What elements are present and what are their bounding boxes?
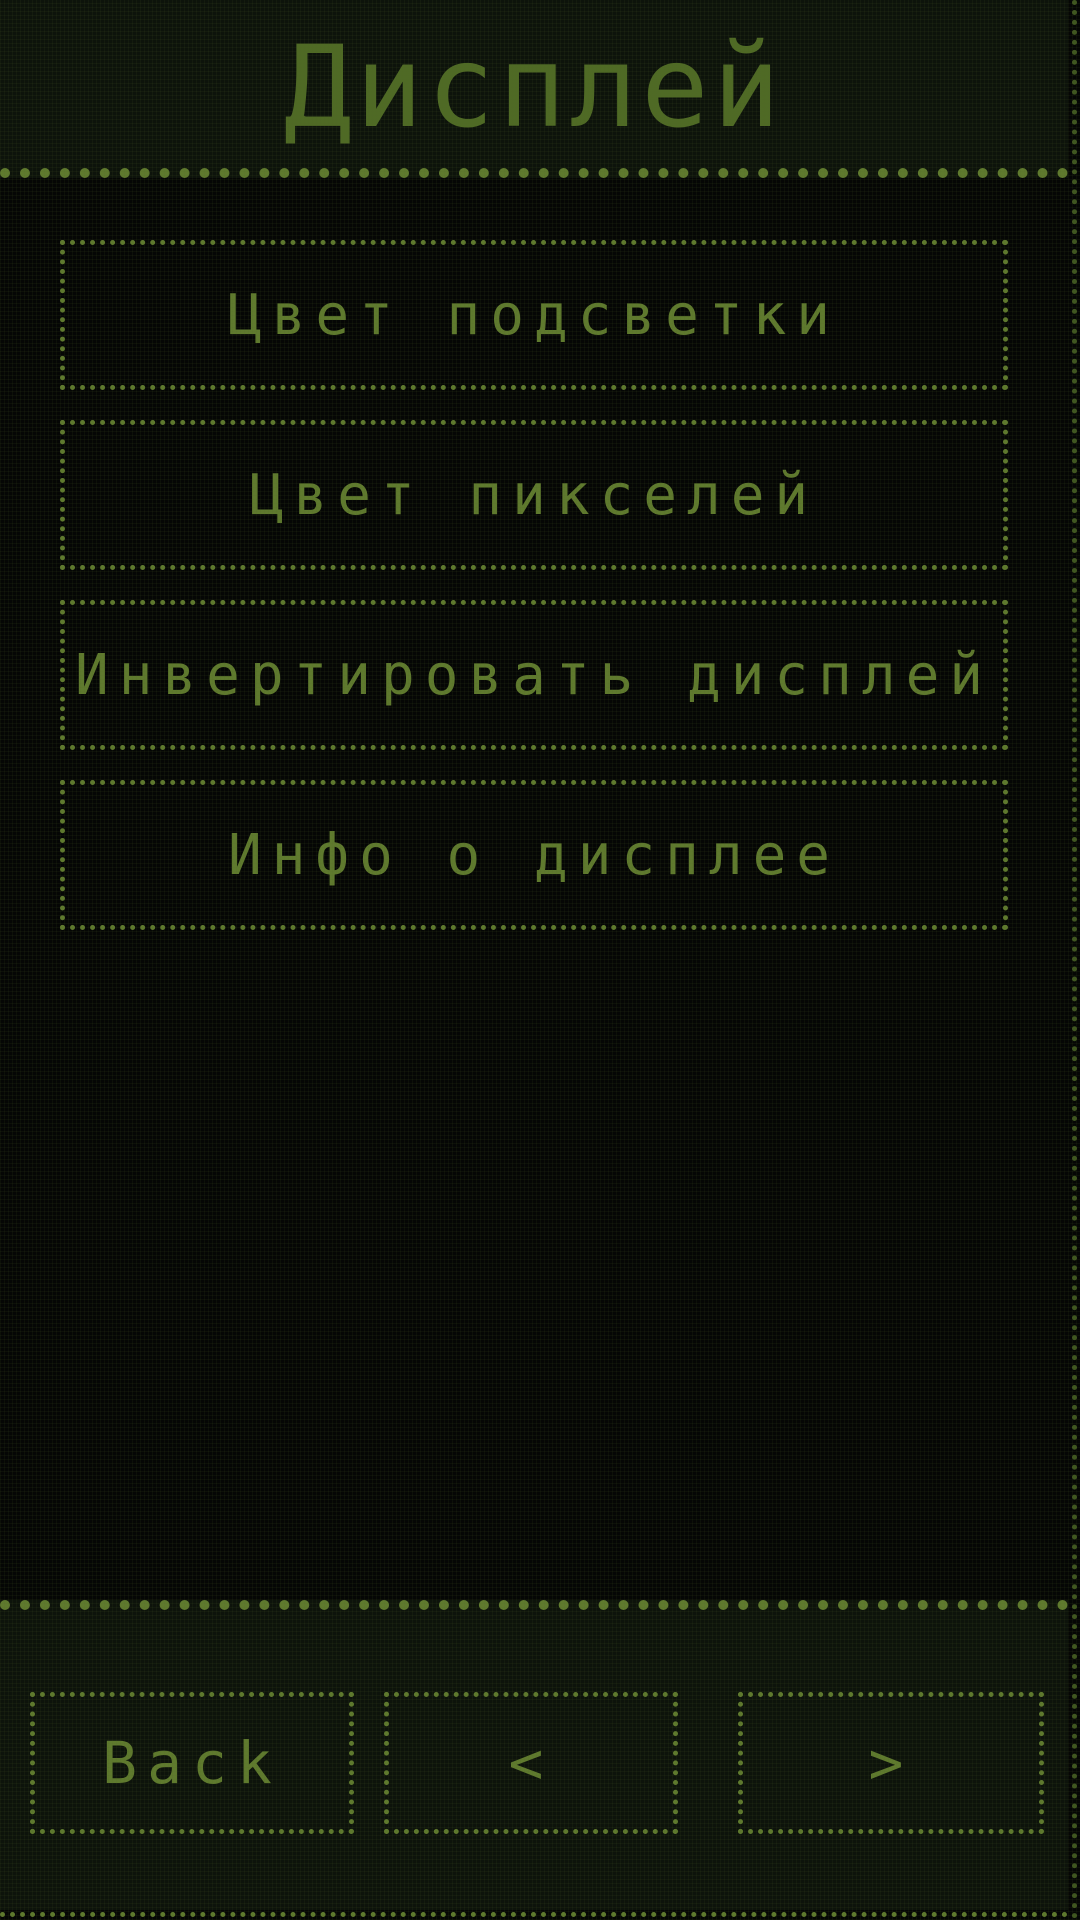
header-bar: Дисплей — [0, 0, 1068, 178]
right-edge-divider — [1072, 0, 1078, 1920]
back-button[interactable]: Back — [30, 1692, 354, 1834]
pixel-color-button[interactable]: Цвет пикселей — [60, 420, 1008, 570]
bottom-divider — [0, 1912, 1068, 1920]
invert-display-button[interactable]: Инвертировать дисплей — [60, 600, 1008, 750]
display-info-button[interactable]: Инфо о дисплее — [60, 780, 1008, 930]
previous-page-button[interactable]: < — [384, 1692, 678, 1834]
backlight-color-button[interactable]: Цвет подсветки — [60, 240, 1008, 390]
next-page-button[interactable]: > — [738, 1692, 1044, 1834]
page-title: Дисплей — [283, 23, 784, 153]
